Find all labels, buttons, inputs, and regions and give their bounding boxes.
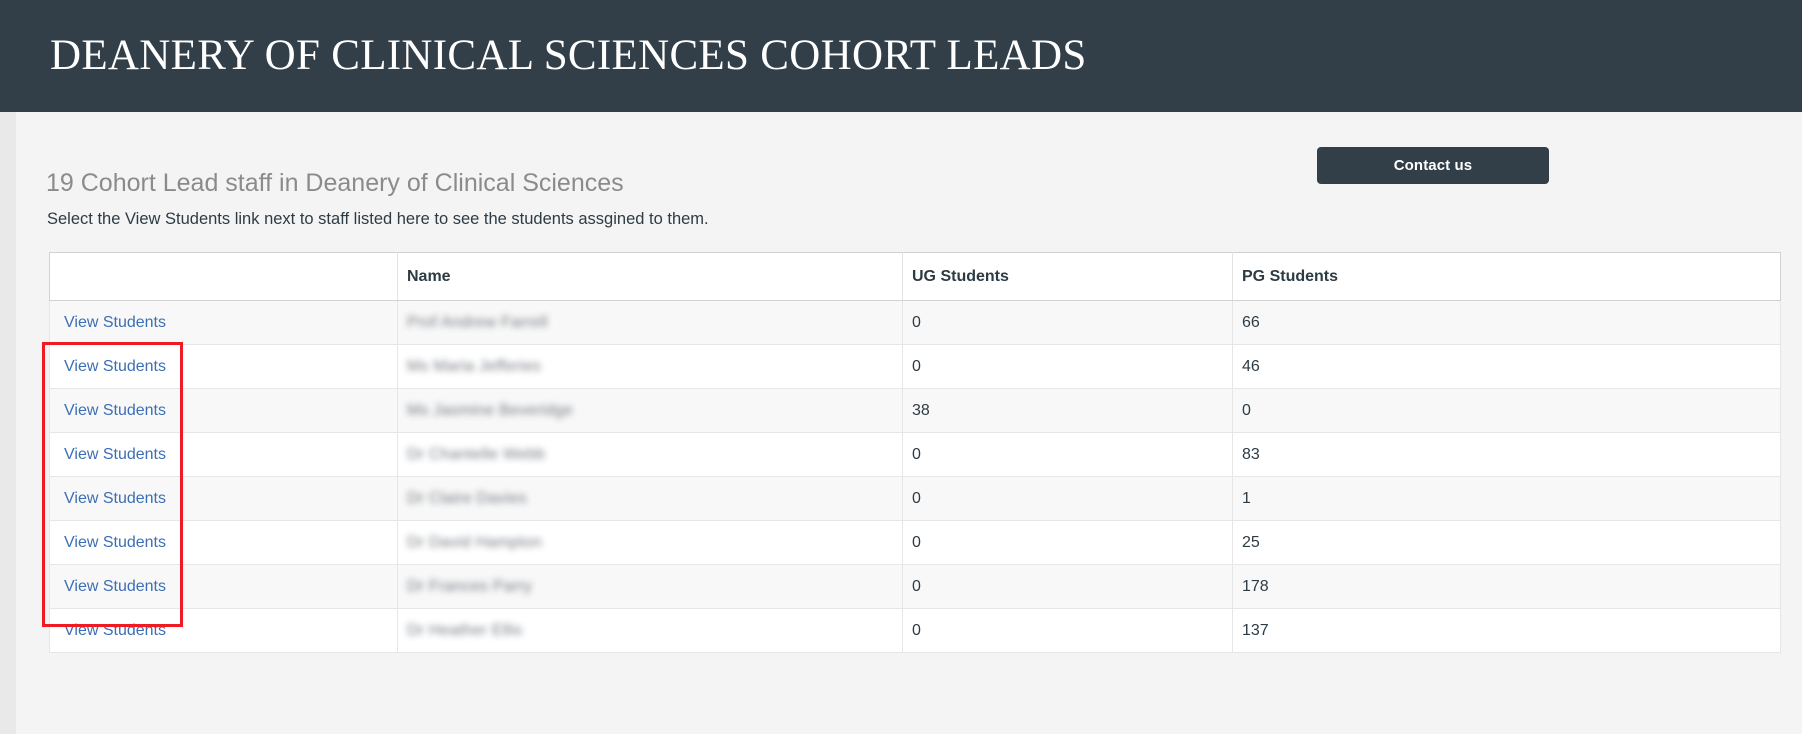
staff-name-redacted: Ms Maria Jefferies [407,357,542,375]
cell-actions: View Students [49,344,398,389]
cell-name: Prof Andrew Farrell [397,300,903,345]
table-body: View Students Prof Andrew Farrell 0 66 View … [49,300,1781,653]
cell-ug-students: 0 [902,608,1233,653]
view-students-link[interactable]: View Students [64,578,166,595]
instruction-text: Select the View Students link next to st… [47,210,709,228]
table-row: View Students Dr Frances Parry 0 178 [49,564,1781,609]
view-students-link[interactable]: View Students [64,358,166,375]
table-row: View Students Dr David Hampton 0 25 [49,520,1781,565]
view-students-link[interactable]: View Students [64,622,166,639]
staff-table: Name UG Students PG Students View Studen… [49,252,1781,653]
cell-actions: View Students [49,476,398,521]
view-students-link[interactable]: View Students [64,314,166,331]
cell-ug-students: 0 [902,476,1233,521]
cell-actions: View Students [49,432,398,477]
staff-name-redacted: Ms Jasmine Beveridge [407,401,573,419]
staff-name-redacted: Dr Frances Parry [407,577,532,595]
staff-name-redacted: Dr Chantelle Webb [407,445,546,463]
table-row: View Students Dr Chantelle Webb 0 83 [49,432,1781,477]
table-row: View Students Prof Andrew Farrell 0 66 [49,300,1781,345]
view-students-link[interactable]: View Students [64,490,166,507]
cell-pg-students: 178 [1232,564,1781,609]
view-students-link[interactable]: View Students [64,402,166,419]
cell-actions: View Students [49,564,398,609]
column-header-ug-students[interactable]: UG Students [902,252,1233,301]
table-header-row: Name UG Students PG Students [49,252,1781,301]
cell-ug-students: 0 [902,520,1233,565]
cell-name: Dr David Hampton [397,520,903,565]
cell-pg-students: 66 [1232,300,1781,345]
masthead: DEANERY OF CLINICAL SCIENCES COHORT LEAD… [0,0,1802,112]
column-header-name[interactable]: Name [397,252,903,301]
results-heading: 19 Cohort Lead staff in Deanery of Clini… [46,169,624,197]
table-header: Name UG Students PG Students [49,252,1781,301]
cell-pg-students: 1 [1232,476,1781,521]
cell-pg-students: 46 [1232,344,1781,389]
cell-pg-students: 137 [1232,608,1781,653]
staff-name-redacted: Prof Andrew Farrell [407,313,548,331]
column-header-pg-students[interactable]: PG Students [1232,252,1781,301]
staff-name-redacted: Dr Heather Ellis [407,621,523,639]
cell-name: Ms Jasmine Beveridge [397,388,903,433]
cell-name: Ms Maria Jefferies [397,344,903,389]
cell-ug-students: 0 [902,564,1233,609]
cell-actions: View Students [49,608,398,653]
cell-actions: View Students [49,520,398,565]
cell-ug-students: 0 [902,300,1233,345]
view-students-link[interactable]: View Students [64,534,166,551]
content-area: Contact us 19 Cohort Lead staff in Deane… [16,112,1802,734]
cell-name: Dr Claire Davies [397,476,903,521]
cell-pg-students: 83 [1232,432,1781,477]
table-row: View Students Ms Maria Jefferies 0 46 [49,344,1781,389]
contact-us-button[interactable]: Contact us [1317,147,1549,184]
cell-pg-students: 0 [1232,388,1781,433]
cell-pg-students: 25 [1232,520,1781,565]
cell-ug-students: 0 [902,432,1233,477]
cell-name: Dr Heather Ellis [397,608,903,653]
cell-name: Dr Frances Parry [397,564,903,609]
table-row: View Students Dr Heather Ellis 0 137 [49,608,1781,653]
table-row: View Students Dr Claire Davies 0 1 [49,476,1781,521]
cell-ug-students: 0 [902,344,1233,389]
staff-name-redacted: Dr David Hampton [407,533,542,551]
cell-name: Dr Chantelle Webb [397,432,903,477]
staff-table-container: Name UG Students PG Students View Studen… [49,252,1781,653]
cell-actions: View Students [49,300,398,345]
cell-actions: View Students [49,388,398,433]
column-header-actions[interactable] [49,252,398,301]
staff-name-redacted: Dr Claire Davies [407,489,527,507]
table-row: View Students Ms Jasmine Beveridge 38 0 [49,388,1781,433]
cell-ug-students: 38 [902,388,1233,433]
page-root: DEANERY OF CLINICAL SCIENCES COHORT LEAD… [0,0,1802,734]
view-students-link[interactable]: View Students [64,446,166,463]
page-title: DEANERY OF CLINICAL SCIENCES COHORT LEAD… [50,32,1087,79]
